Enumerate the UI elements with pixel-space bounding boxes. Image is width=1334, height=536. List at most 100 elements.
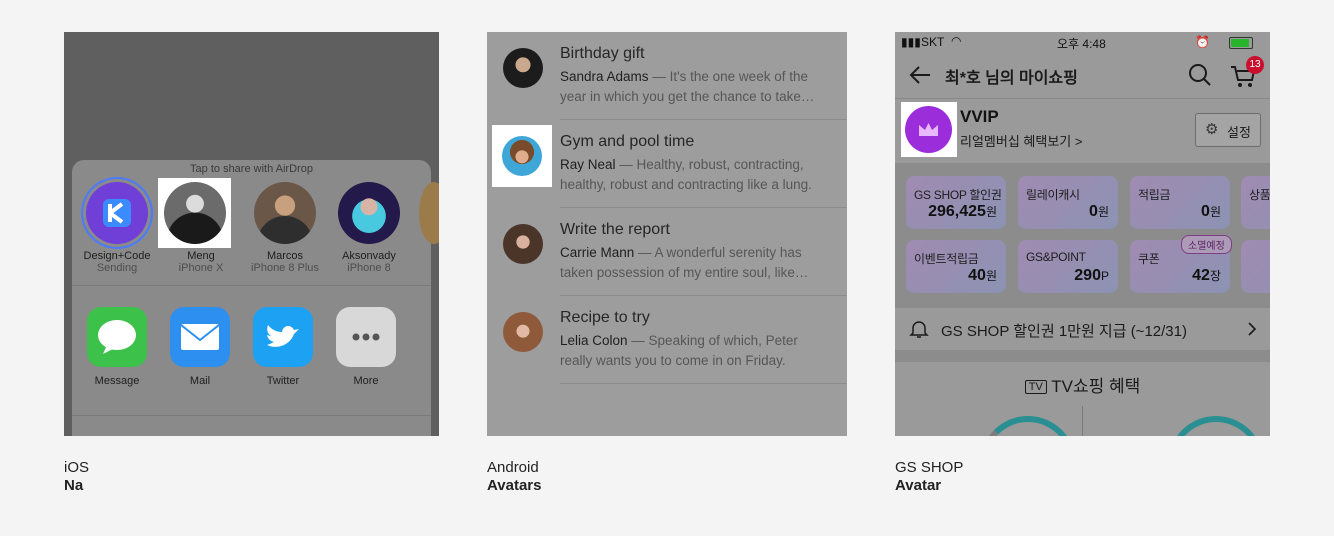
person-name: Aksonvady [342,250,396,262]
gs-shop-caption: GS SHOP Avatar [895,459,963,495]
card-value: 0원 [1089,203,1109,220]
notice-text: GS SHOP 할인권 1만원 지급 (~12/31) [941,323,1187,340]
android-inbox-screenshot: Birthday gift Sandra Adams — It's the on… [487,32,847,436]
benefit-card-relay-cash[interactable]: 릴레이캐시 0원 [1018,176,1118,229]
email-list-item[interactable]: Birthday gift Sandra Adams — It's the on… [487,32,847,120]
aksonvady-avatar [338,182,400,244]
chevron-right-icon [1248,322,1257,336]
caption-component: Avatars [487,477,542,494]
share-sheet: Tap to share with AirDrop Design+Code Se… [72,160,439,436]
email-preview: Ray Neal — Healthy, robust, contracting,… [560,155,830,195]
email-sender: Sandra Adams [560,69,649,84]
airdrop-hint: Tap to share with AirDrop [190,163,313,175]
app-label: Twitter [266,375,300,387]
status-bar: ▮▮▮ SKT ◠ 오후 4:48 ⏰ [895,32,1270,52]
email-subject: Birthday gift [560,45,645,62]
message-icon [87,307,147,367]
tv-shopping-section: TV TV쇼핑 혜택 [895,362,1270,436]
person-name: Design+Code [83,250,151,262]
app-label: More [353,375,379,387]
ios-caption: iOS Na [64,459,89,495]
crown-icon [919,123,938,136]
page-title: 최*호 님의 마이쇼핑 [945,70,1078,87]
sender-avatar [503,224,543,264]
partial-avatar [419,182,439,244]
android-caption: Android Avatars [487,459,541,495]
design-code-avatar [86,182,148,244]
app-header: 최*호 님의 마이쇼핑 13 [895,52,1270,99]
card-label: 이벤트적립금 [914,252,979,266]
progress-ring [980,416,1076,436]
email-list-item[interactable]: Recipe to try Lelia Colon — Speaking of … [487,296,847,384]
benefit-card-points[interactable]: 적립금 0원 [1130,176,1230,229]
gear-icon: ⚙ [1205,121,1219,138]
notice-bar[interactable]: GS SHOP 할인권 1만원 지급 (~12/31) [895,308,1270,350]
sender-avatar [503,48,543,88]
email-preview: Sandra Adams — It's the one week of the … [560,67,830,107]
back-arrow-icon[interactable] [909,65,931,85]
vvip-avatar [905,106,952,153]
divider [72,285,431,286]
carrier: SKT [921,35,945,49]
card-label: GS SHOP 할인권 [914,188,1002,202]
share-app-twitter[interactable]: Twitter [241,307,325,387]
search-icon[interactable] [1188,63,1212,87]
share-app-message[interactable]: Message [75,307,159,387]
highlighted-avatar-meng [158,178,231,248]
tv-shopping-title: TV TV쇼핑 혜택 [895,372,1270,397]
card-value: 0원 [1201,203,1221,220]
card-value: 290P [1074,267,1109,284]
tv-icon: TV [1024,380,1047,394]
card-label: 릴레이캐시 [1026,188,1080,202]
battery-icon [1229,37,1253,49]
share-app-more[interactable]: More [324,307,408,387]
benefit-card-partial[interactable] [1241,240,1270,293]
membership-tier: VVIP [960,107,999,126]
highlighted-avatar-ray-neal [492,125,552,187]
card-label: 쿠폰 [1138,252,1160,266]
share-app-mail[interactable]: Mail [158,307,242,387]
twitter-bird-icon [253,307,313,367]
more-dots-icon [336,307,396,367]
email-preview: Lelia Colon — Speaking of which, Peter r… [560,331,830,371]
benefit-card-event-points[interactable]: 이벤트적립금 40원 [906,240,1006,293]
benefit-card-gs-point[interactable]: GS&POINT 290P [1018,240,1118,293]
person-device: iPhone 8 [347,262,391,274]
person-device: iPhone 8 Plus [251,262,319,274]
alarm-icon: ⏰ [1195,35,1210,49]
gs-shop-myshopping-screenshot: ▮▮▮ SKT ◠ 오후 4:48 ⏰ 최*호 님의 마이쇼핑 13 VVIP … [895,32,1270,436]
caption-platform: iOS [64,459,90,476]
benefit-link[interactable]: 리얼멤버십 혜택보기 > [960,131,1082,150]
bell-icon [909,321,929,338]
email-subject: Gym and pool time [560,133,695,150]
person-name: Marcos [266,250,304,262]
meng-avatar [164,182,226,244]
progress-ring [1168,416,1264,436]
divider [1082,406,1083,436]
benefit-card-gsshop-coupon[interactable]: GS SHOP 할인권 296,425원 [906,176,1006,229]
app-label: Message [94,375,140,387]
settings-button[interactable]: ⚙ 설정 [1195,113,1261,147]
card-label: GS&POINT [1026,250,1086,264]
email-preview: Carrie Mann — A wonderful serenity has t… [560,243,830,283]
airdrop-person-marcos[interactable]: Marcos iPhone 8 Plus [245,179,325,275]
status-time: 오후 4:48 [1057,37,1106,51]
card-label: 적립금 [1138,188,1171,202]
expiring-badge: 소멸예정 [1181,235,1232,254]
signal-icon: ▮▮▮ [901,35,921,49]
sender-avatar [503,312,543,352]
marcos-avatar [254,182,316,244]
airdrop-person-design-code[interactable]: Design+Code Sending [77,179,157,275]
person-name: Meng [187,250,215,262]
caption-component: Na [64,477,84,494]
airdrop-person-aksonvady[interactable]: Aksonvady iPhone 8 [329,179,409,275]
email-list-item[interactable]: Write the report Carrie Mann — A wonderf… [487,208,847,296]
card-value: 296,425원 [928,203,997,220]
ray-neal-avatar [502,136,542,176]
benefit-card-product[interactable]: 상품 [1241,176,1270,229]
cart-count-badge: 13 [1246,56,1264,74]
card-value: 40원 [968,267,997,284]
design-code-logo-icon [103,199,131,227]
email-sender: Ray Neal [560,157,616,172]
person-device: iPhone X [178,262,224,274]
